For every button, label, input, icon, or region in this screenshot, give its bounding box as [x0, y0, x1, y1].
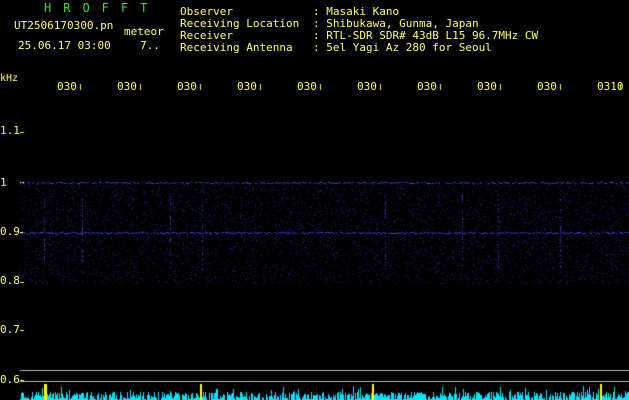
info-label-antenna: Receiving Antenna [180, 41, 293, 54]
x-tick-label: 030 [297, 80, 317, 93]
y-axis-unit: kHz [0, 73, 19, 84]
x-tick-label: 030 [237, 80, 257, 93]
x-tick-label: 030 [417, 80, 437, 93]
y-tick-label: 1.1 [0, 124, 20, 137]
y-tick-label: 0.6 [0, 373, 20, 386]
info-value-antenna: : 5el Yagi Az 280 for Seoul [313, 41, 492, 54]
y-tick-label: 1 [0, 176, 7, 189]
y-tick-label: 0.7 [0, 323, 20, 336]
mode-label: meteor [124, 25, 164, 38]
x-tick-label: 0310 [597, 80, 624, 93]
y-tick-label: 0.9 [0, 225, 20, 238]
x-tick-label: 030 [537, 80, 557, 93]
file-name: UT2506170300.pn [14, 19, 114, 32]
extra-value: 7.. [140, 39, 160, 52]
x-tick-label: 030 [117, 80, 137, 93]
x-tick-label: 030 [357, 80, 377, 93]
date-time: 25.06.17 03:00 [18, 39, 111, 52]
x-tick-label: 030 [57, 80, 77, 93]
x-tick-label: 030 [477, 80, 497, 93]
spectrogram-canvas [0, 0, 629, 400]
x-tick-label: 030 [177, 80, 197, 93]
app-brand: HROFFT [44, 1, 160, 15]
y-tick-label: 0.8 [0, 274, 20, 287]
